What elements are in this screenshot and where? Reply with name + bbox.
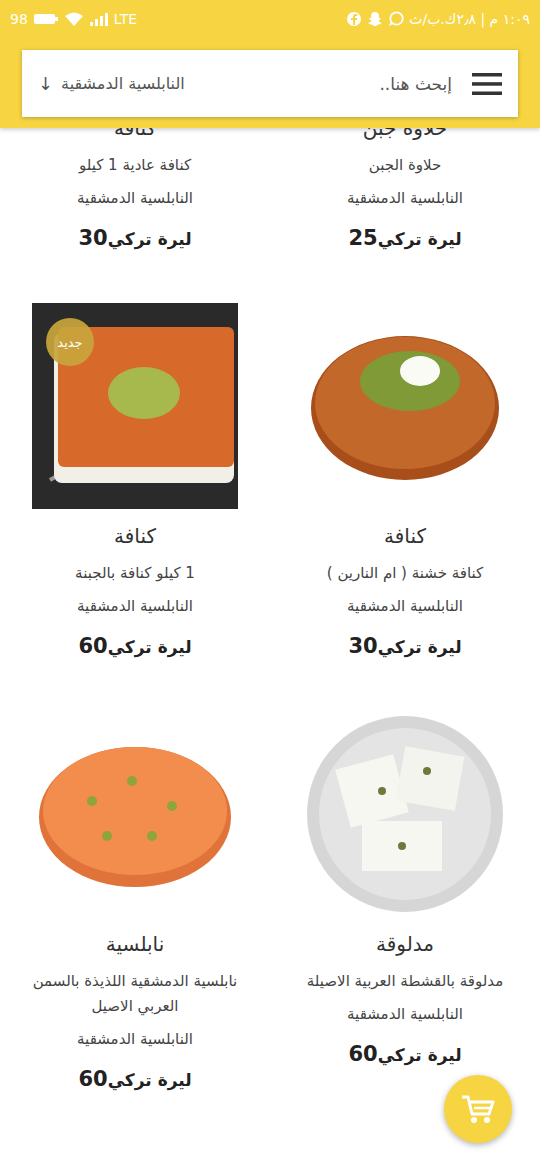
search-area <box>195 72 502 96</box>
search-input[interactable] <box>290 73 454 95</box>
product-price: 60ليرة تركي <box>78 631 191 662</box>
store-name[interactable]: النابلسية الدمشقية <box>61 74 185 93</box>
product-price: 30ليرة تركي <box>348 631 461 662</box>
price-currency: ليرة تركي <box>108 632 192 662</box>
status-right: ١:٠٩ م | ٢٫٨ك.ب/ث <box>346 11 530 27</box>
product-description: 1 كيلو كنافة بالجبنة <box>75 561 195 586</box>
price-amount: 60 <box>78 631 107 661</box>
status-time: ١:٠٩ م | ٢٫٨ك.ب/ث <box>409 11 530 27</box>
product-description: مدلوقة بالقشطة العربية الاصيلة <box>307 969 503 994</box>
product-card[interactable]: نابلسية نابلسية الدمشقية اللذيذة بالسمن ا… <box>0 711 270 1095</box>
product-photo <box>32 711 238 917</box>
new-badge: جديد <box>46 318 94 366</box>
battery-level: 98 <box>10 11 28 27</box>
wifi-icon <box>64 11 84 27</box>
product-image[interactable] <box>302 303 508 509</box>
menu-icon[interactable] <box>472 72 502 96</box>
whatsapp-icon <box>388 11 404 27</box>
top-bar: 98 LTE ١:٠٩ م | ٢٫٨ك.ب/ث ↓ النابلسية الدمشقي… <box>0 0 540 128</box>
product-card[interactable]: جديد كنافة 1 كيلو كنافة بالجبنة النابلسية ا… <box>0 303 270 662</box>
product-description: كنافة عادية 1 كيلو <box>79 153 191 178</box>
network-type: LTE <box>114 11 137 27</box>
product-image[interactable] <box>302 711 508 917</box>
battery-icon <box>33 12 59 26</box>
price-amount: 60 <box>78 1064 107 1094</box>
product-title[interactable]: مدلوقة <box>376 929 434 959</box>
product-description: نابلسية الدمشقية اللذيذة بالسمن العربي ا… <box>22 969 248 1019</box>
cart-button[interactable] <box>444 1075 512 1143</box>
product-image[interactable]: جديد <box>32 303 238 509</box>
product-title[interactable]: نابلسية <box>106 929 164 959</box>
price-currency: ليرة تركي <box>378 1040 462 1070</box>
product-shop: النابلسية الدمشقية <box>347 1002 463 1027</box>
price-currency: ليرة تركي <box>108 224 192 254</box>
price-amount: 30 <box>78 223 107 253</box>
price-amount: 25 <box>348 223 377 253</box>
snapchat-icon <box>367 11 383 27</box>
product-shop: النابلسية الدمشقية <box>347 594 463 619</box>
status-bar: 98 LTE ١:٠٩ م | ٢٫٨ك.ب/ث <box>0 0 540 38</box>
price-amount: 60 <box>348 1039 377 1069</box>
product-description: حلاوة الجبن <box>369 153 441 178</box>
product-photo <box>302 711 508 917</box>
product-price: 60ليرة تركي <box>348 1039 461 1070</box>
product-title[interactable]: كنافة <box>114 521 156 551</box>
product-shop: النابلسية الدمشقية <box>347 186 463 211</box>
product-title[interactable]: كنافة <box>384 521 426 551</box>
product-shop: النابلسية الدمشقية <box>77 186 193 211</box>
facebook-icon <box>346 11 362 27</box>
dropdown-arrow-icon[interactable]: ↓ <box>38 73 53 94</box>
product-list[interactable]: حلاوة جبنحلاوة الجبنالنابلسية الدمشقية25… <box>0 0 540 1170</box>
price-amount: 30 <box>348 631 377 661</box>
price-currency: ليرة تركي <box>108 1065 192 1095</box>
product-description: كنافة خشنة ( ام النارين ) <box>327 561 483 586</box>
product-photo <box>302 303 508 509</box>
product-price: 60ليرة تركي <box>78 1064 191 1095</box>
product-card[interactable]: كنافة كنافة خشنة ( ام النارين ) النابلسية … <box>270 303 540 662</box>
price-currency: ليرة تركي <box>378 224 462 254</box>
search-bar: ↓ النابلسية الدمشقية <box>22 50 518 117</box>
product-price: 25ليرة تركي <box>348 223 461 254</box>
cart-icon <box>460 1093 496 1125</box>
product-card[interactable]: مدلوقة مدلوقة بالقشطة العربية الاصيلة النا… <box>270 711 540 1095</box>
signal-icon <box>89 11 109 27</box>
price-currency: ليرة تركي <box>378 632 462 662</box>
product-shop: النابلسية الدمشقية <box>77 594 193 619</box>
product-price: 30ليرة تركي <box>78 223 191 254</box>
store-dropdown[interactable]: ↓ النابلسية الدمشقية <box>38 73 185 94</box>
status-left: 98 LTE <box>10 11 137 27</box>
product-shop: النابلسية الدمشقية <box>77 1027 193 1052</box>
product-image[interactable] <box>32 711 238 917</box>
